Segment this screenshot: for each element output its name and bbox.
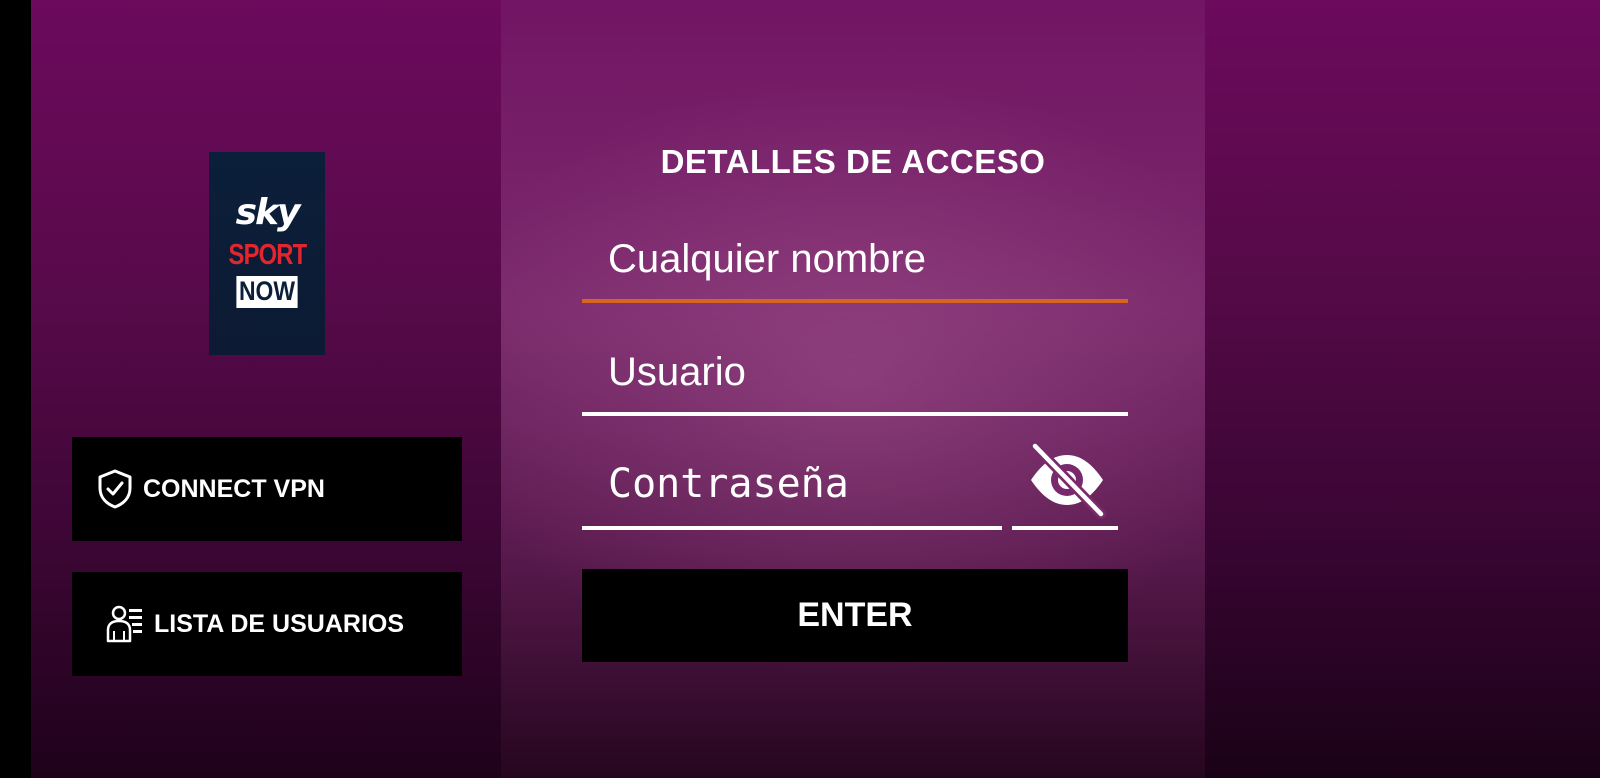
- connect-vpn-label: CONNECT VPN: [143, 474, 325, 503]
- password-input[interactable]: [582, 449, 1002, 519]
- name-input[interactable]: [582, 224, 1128, 294]
- user-list-label: LISTA DE USUARIOS: [154, 609, 405, 638]
- name-input-underline: [582, 299, 1128, 303]
- app-logo: sky SPORT NOW: [209, 152, 325, 355]
- enter-button[interactable]: ENTER: [582, 569, 1128, 662]
- logo-sport-text: SPORT: [228, 239, 307, 272]
- username-input-underline: [582, 412, 1128, 416]
- form-title: DETALLES DE ACCESO: [660, 143, 1046, 180]
- user-list-icon: [104, 604, 144, 644]
- logo-sky-text: sky: [235, 192, 301, 234]
- eye-off-icon: [1025, 440, 1109, 525]
- shield-check-icon: [97, 469, 133, 509]
- visibility-toggle-underline: [1012, 526, 1118, 530]
- connect-vpn-button[interactable]: CONNECT VPN: [72, 437, 462, 541]
- username-input[interactable]: [582, 337, 1128, 407]
- user-list-button[interactable]: LISTA DE USUARIOS: [72, 572, 462, 676]
- right-panel: [1205, 0, 1600, 778]
- toggle-password-visibility-button[interactable]: [1022, 440, 1112, 525]
- left-edge-strip: [0, 0, 31, 778]
- password-input-underline: [582, 526, 1002, 530]
- logo-now-text: NOW: [236, 276, 298, 308]
- login-screen: sky SPORT NOW CONNECT VPN LISTA DE USUAR…: [0, 0, 1600, 778]
